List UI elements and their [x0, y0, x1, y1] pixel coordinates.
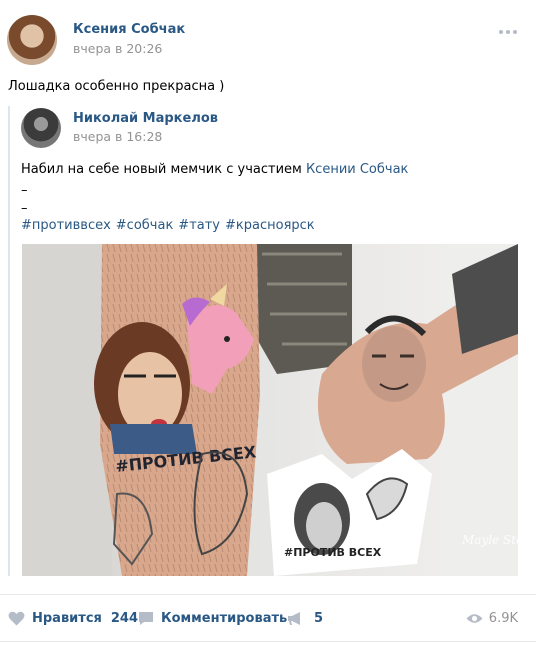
hashtag-link[interactable]: #противвсех: [21, 218, 111, 233]
post-date[interactable]: вчера в 20:26: [73, 41, 162, 56]
bottom-divider: [0, 641, 536, 642]
share-count: 5: [314, 611, 324, 626]
mention-link[interactable]: Ксении Собчак: [306, 162, 408, 177]
views-counter: 6.9K: [466, 611, 518, 626]
like-count: 244: [110, 611, 139, 626]
hashtag-link[interactable]: #собчак: [116, 218, 174, 233]
post-text: Лошадка особенно прекрасна ): [8, 79, 225, 94]
repost-dash-2: –: [21, 201, 28, 216]
repost-text: Набил на себе новый мемчик с участием Кс…: [21, 161, 408, 179]
repost-text-prefix: Набил на себе новый мемчик с участием: [21, 162, 306, 177]
repost-dash-1: –: [21, 183, 28, 198]
author-avatar[interactable]: [7, 15, 57, 65]
comment-label: Комментировать: [161, 611, 288, 626]
repost-date[interactable]: вчера в 16:28: [73, 129, 162, 144]
views-count: 6.9K: [488, 611, 518, 626]
repost-author-name-link[interactable]: Николай Маркелов: [73, 111, 218, 126]
repost-author-avatar[interactable]: [21, 108, 61, 148]
tattoo-photo-illustration: #ПРОТИВ ВСЕХ #ПРОТИВ ВСЕХ Mayle Stolezin: [22, 244, 518, 576]
comment-icon: [139, 612, 153, 625]
eye-icon: [466, 614, 483, 623]
like-label: Нравится: [32, 611, 102, 626]
repost-border: [8, 106, 10, 576]
share-button[interactable]: 5: [287, 611, 323, 626]
like-button[interactable]: Нравится 244: [8, 611, 138, 626]
heart-icon: [8, 611, 25, 626]
hashtag-link[interactable]: #красноярск: [225, 218, 315, 233]
actions-divider: [0, 594, 536, 595]
megaphone-icon: [288, 612, 300, 625]
author-name-link[interactable]: Ксения Собчак: [73, 22, 185, 37]
hashtag-link[interactable]: #тату: [178, 218, 220, 233]
photo-watermark: Mayle Stolezin: [461, 533, 518, 547]
hashtag-list: #противвсех #собчак #тату #красноярск: [21, 218, 315, 233]
wall-post: Ксения Собчак вчера в 20:26 Лошадка особ…: [0, 0, 536, 645]
more-dots-icon[interactable]: [499, 24, 517, 40]
comment-button[interactable]: Комментировать: [138, 611, 287, 626]
post-photo[interactable]: #ПРОТИВ ВСЕХ #ПРОТИВ ВСЕХ Mayle Stolezin: [22, 244, 518, 576]
sticker-text: #ПРОТИВ ВСЕХ: [284, 546, 382, 559]
